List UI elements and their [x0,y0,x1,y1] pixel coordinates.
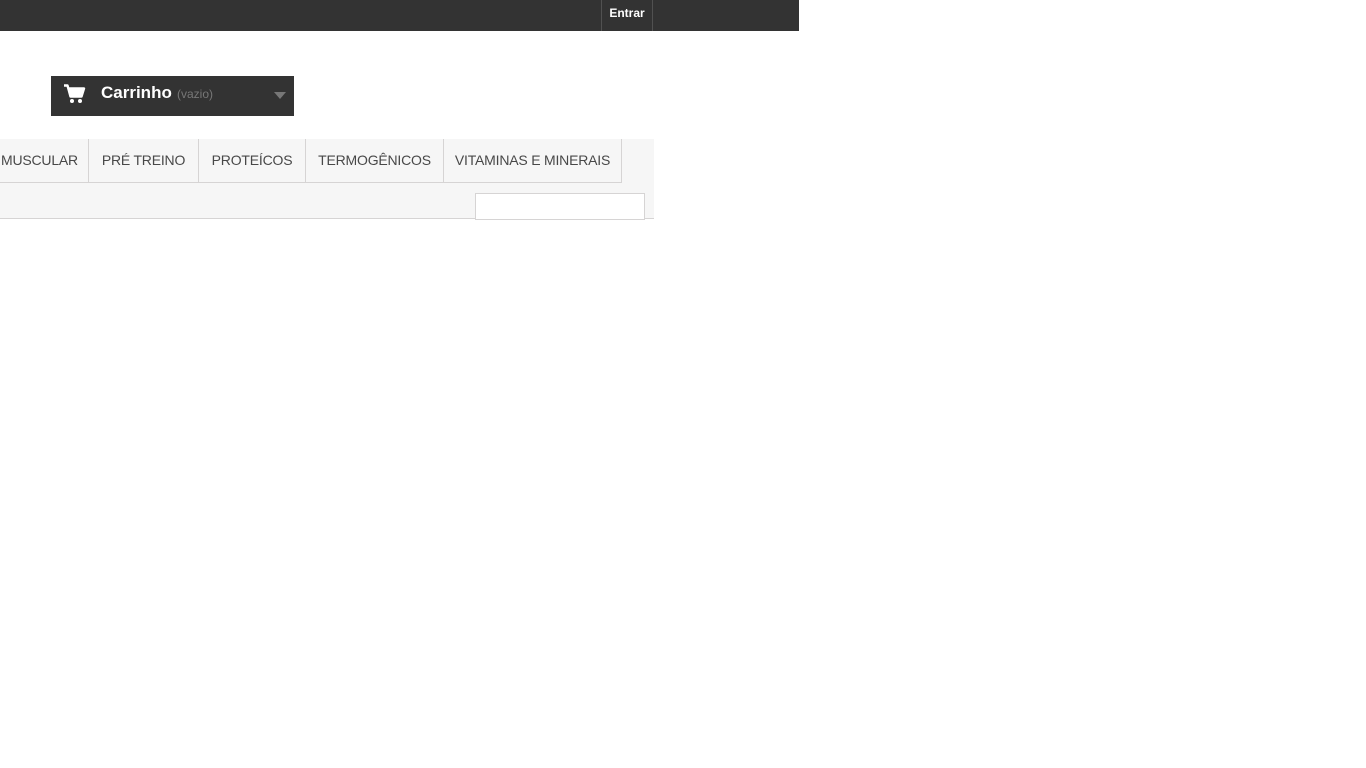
search-input[interactable] [475,193,645,220]
menu-item-vitaminas-e-minerais[interactable]: VITAMINAS E MINERAIS [444,139,622,182]
menu-item-termogenicos[interactable]: TERMOGÊNICOS [306,139,444,182]
menu-item-muscular[interactable]: MUSCULAR [0,139,89,182]
cart-dropdown[interactable]: Carrinho (vazio) [51,76,294,116]
cart-status: (vazio) [177,87,214,101]
login-link[interactable]: Entrar [601,0,653,31]
shopping-cart-icon [64,84,86,104]
menu-row: MUSCULAR PRÉ TREINO PROTEÍCOS TERMOGÊNIC… [0,139,622,183]
top-bar: Entrar [0,0,799,31]
page: Entrar Carrinho (vazio) MUSCULAR PRÉ TRE… [0,0,1366,768]
chevron-down-icon [274,92,286,99]
menu-item-proteicos[interactable]: PROTEÍCOS [199,139,306,182]
cart-label: Carrinho [101,83,172,102]
menu-item-pre-treino[interactable]: PRÉ TREINO [89,139,199,182]
